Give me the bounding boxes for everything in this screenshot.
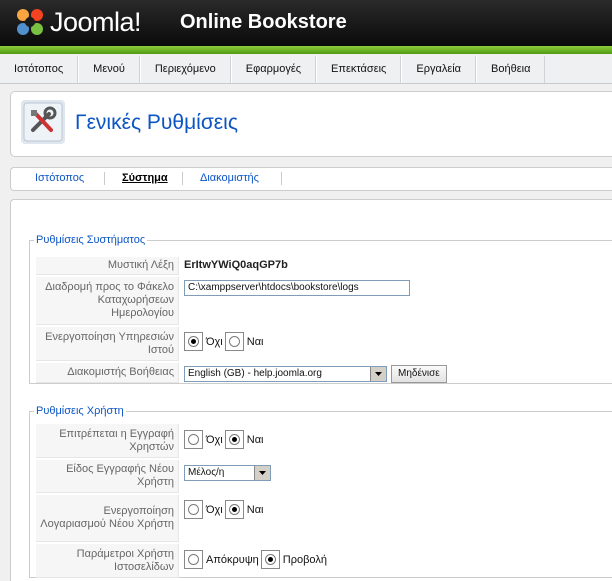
tab-site[interactable]: Ιστότοπος [35, 172, 84, 184]
help-server-row: Διακομιστής Βοήθειας English (GB) - help… [36, 363, 612, 383]
tab-server[interactable]: Διακομιστής [200, 172, 259, 184]
account-activation-row: Ενεργοποίηση Λογαριασμού Νέου Χρήστη Όχι… [36, 495, 612, 542]
menu-item-menus[interactable]: Μενού [78, 56, 140, 83]
allow-registration-yes-radio[interactable] [224, 430, 244, 449]
radio-empty-icon [228, 336, 240, 347]
web-services-yes-radio[interactable] [224, 332, 244, 351]
web-services-row: Ενεργοποίηση Υπηρεσιών Ιστού Όχι Ναι [36, 327, 612, 361]
registration-type-value: Μέλος/η [188, 467, 225, 478]
log-path-input[interactable]: C:\xamppserver\htdocs\bookstore\logs [184, 280, 410, 296]
menu-item-tools[interactable]: Εργαλεία [401, 56, 477, 83]
frontend-params-hide-radio[interactable] [184, 550, 203, 569]
radio-empty-icon [188, 434, 199, 445]
allow-registration-no-radio[interactable] [184, 430, 203, 449]
secret-word-label: Μυστική Λέξη [36, 257, 179, 275]
frontend-params-label: Παράμετροι Χρήστη Ιστοσελίδων [36, 544, 179, 578]
allow-registration-row: Επιτρέπεται η Εγγραφή Χρηστών Όχι Ναι [36, 424, 612, 458]
header-green-bar [0, 46, 612, 54]
tools-icon [21, 100, 65, 144]
radio-empty-icon [188, 554, 199, 565]
user-settings-legend: Ρυθμίσεις Χρήστη [36, 405, 124, 417]
frontend-params-show-radio[interactable] [260, 550, 280, 569]
system-settings-fieldset: Ρυθμίσεις Συστήματος Μυστική Λέξη ErItwY… [29, 234, 612, 384]
web-services-label: Ενεργοποίηση Υπηρεσιών Ιστού [36, 327, 179, 361]
account-activation-no-label: Όχι [206, 503, 223, 516]
logo-text: Joomla! [50, 6, 142, 37]
main-menu: Ιστότοπος Μενού Περιεχόμενο Εφαρμογές Επ… [0, 56, 612, 84]
site-title: Online Bookstore [180, 11, 347, 33]
log-path-row: Διαδρομή προς το Φάκελο Καταχωρήσεων Ημε… [36, 277, 612, 325]
menu-item-content[interactable]: Περιεχόμενο [139, 56, 231, 83]
menu-item-site[interactable]: Ιστότοπος [0, 56, 79, 83]
help-server-label: Διακομιστής Βοήθειας [36, 363, 179, 383]
secret-word-row: Μυστική Λέξη ErItwYWiQ0aqGP7b [36, 257, 612, 275]
frontend-params-show-label: Προβολή [282, 553, 327, 566]
help-server-select[interactable]: English (GB) - help.joomla.org [184, 366, 387, 382]
allow-registration-label: Επιτρέπεται η Εγγραφή Χρηστών [36, 424, 179, 458]
account-activation-no-radio[interactable] [184, 500, 203, 519]
chevron-down-icon [254, 466, 270, 480]
toolbar-box: Γενικές Ρυθμίσεις [10, 91, 612, 157]
log-path-label: Διαδρομή προς το Φάκελο Καταχωρήσεων Ημε… [36, 277, 179, 325]
system-settings-legend: Ρυθμίσεις Συστήματος [36, 234, 146, 246]
radio-selected-icon [228, 504, 240, 515]
account-activation-yes-label: Ναι [246, 503, 264, 516]
radio-selected-icon [264, 554, 276, 565]
content-area: Ρυθμίσεις Συστήματος Μυστική Λέξη ErItwY… [10, 199, 612, 581]
radio-empty-icon [188, 504, 199, 515]
radio-selected-icon [188, 336, 199, 347]
top-header: Joomla! Online Bookstore [0, 0, 612, 46]
joomla-logo[interactable]: Joomla! [14, 6, 142, 38]
frontend-params-row: Παράμετροι Χρήστη Ιστοσελίδων Απόκρυψη Π… [36, 544, 612, 578]
chevron-down-icon [370, 367, 386, 381]
secret-word-value: ErItwYWiQ0aqGP7b [184, 259, 288, 271]
web-services-no-label: Όχι [206, 335, 223, 348]
registration-type-label: Είδος Εγγραφής Νέου Χρήστη [36, 460, 179, 493]
menu-item-components[interactable]: Εφαρμογές [230, 56, 317, 83]
web-services-yes-label: Ναι [246, 335, 264, 348]
web-services-no-radio[interactable] [184, 332, 203, 351]
radio-selected-icon [228, 434, 240, 445]
joomla-logo-icon [17, 9, 43, 35]
menu-item-extensions[interactable]: Επεκτάσεις [316, 56, 402, 83]
allow-registration-yes-label: Ναι [246, 433, 264, 446]
registration-type-row: Είδος Εγγραφής Νέου Χρήστη Μέλος/η [36, 460, 612, 493]
account-activation-label: Ενεργοποίηση Λογαριασμού Νέου Χρήστη [36, 495, 179, 542]
frontend-params-hide-label: Απόκρυψη [206, 553, 259, 566]
allow-registration-no-label: Όχι [206, 433, 223, 446]
user-settings-fieldset: Ρυθμίσεις Χρήστη Επιτρέπεται η Εγγραφή Χ… [29, 405, 612, 578]
tab-system[interactable]: Σύστημα [122, 172, 168, 184]
page-title: Γενικές Ρυθμίσεις [75, 111, 238, 134]
reset-button[interactable]: Μηδένισε [391, 365, 447, 383]
account-activation-yes-radio[interactable] [224, 500, 244, 519]
menu-item-help[interactable]: Βοήθεια [476, 56, 546, 83]
registration-type-select[interactable]: Μέλος/η [184, 465, 271, 481]
config-tabs: Ιστότοπος Σύστημα Διακομιστής [10, 167, 612, 191]
help-server-value: English (GB) - help.joomla.org [188, 368, 322, 379]
